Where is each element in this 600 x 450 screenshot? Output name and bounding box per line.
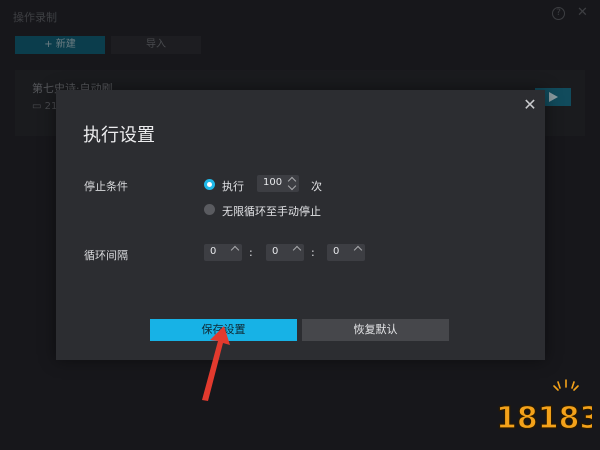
dialog-close-icon[interactable]: ✕ bbox=[520, 95, 540, 115]
dialog-title: 执行设置 bbox=[83, 125, 155, 146]
times-unit-label: 次 bbox=[311, 180, 322, 193]
infinite-loop-option-label: 无限循环至手动停止 bbox=[222, 205, 321, 218]
watermark-text: 18183 bbox=[496, 401, 592, 436]
interval-hours-stepper[interactable]: 0 bbox=[204, 244, 242, 261]
execution-settings-dialog: ✕ 执行设置 停止条件 执行 100 次 无限循环至手动停止 循环间隔 0 : … bbox=[56, 90, 545, 360]
interval-seconds-stepper[interactable]: 0 bbox=[327, 244, 365, 261]
interval-minutes-value: 0 bbox=[272, 246, 279, 257]
interval-minutes-stepper[interactable]: 0 bbox=[266, 244, 304, 261]
infinite-loop-radio[interactable] bbox=[204, 204, 215, 215]
execute-times-value: 100 bbox=[263, 177, 283, 188]
interval-separator: : bbox=[311, 246, 315, 259]
annotation-arrow-icon bbox=[202, 326, 230, 401]
interval-hours-value: 0 bbox=[210, 246, 217, 257]
interval-label: 循环间隔 bbox=[84, 249, 128, 262]
chevron-up-icon[interactable] bbox=[354, 245, 363, 260]
chevron-up-icon[interactable] bbox=[293, 245, 302, 260]
execute-times-stepper[interactable]: 100 bbox=[257, 175, 299, 192]
interval-seconds-value: 0 bbox=[333, 246, 340, 257]
watermark-logo-icon: 18183 bbox=[495, 379, 592, 436]
interval-separator: : bbox=[249, 246, 253, 259]
restore-default-button[interactable]: 恢复默认 bbox=[302, 319, 449, 341]
execute-option-label: 执行 bbox=[222, 180, 244, 193]
chevron-updown-icon[interactable] bbox=[288, 176, 297, 191]
execute-radio[interactable] bbox=[204, 179, 215, 190]
chevron-up-icon[interactable] bbox=[231, 245, 240, 260]
stop-condition-label: 停止条件 bbox=[84, 180, 128, 193]
